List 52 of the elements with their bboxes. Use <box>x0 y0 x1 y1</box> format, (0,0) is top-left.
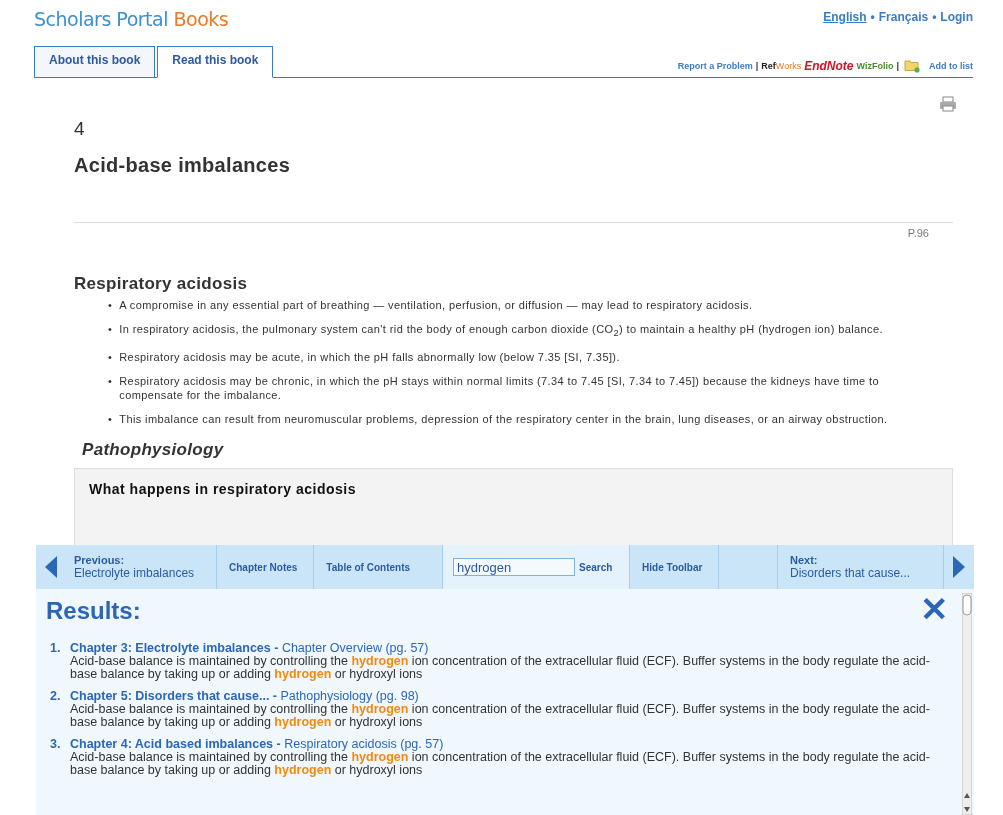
bullet-text: In respiratory acidosis, the pulmonary system can't rid the body of enough carbon dioxide (CO$_{2}$) to maintain a healthy pH (hydrogen ion) balance. <box>119 322 883 341</box>
left-triangle-icon <box>45 556 57 578</box>
bullet-mark: • <box>108 412 113 427</box>
scrollbar-drawing[interactable] <box>962 593 972 815</box>
subsection-heading: Pathophysiology <box>82 440 225 461</box>
result-chapter-link[interactable]: Chapter 5: Disorders that cause... - <box>70 689 277 703</box>
bullet-text: Respiratory acidosis may be acute, in which the pH falls abnormally low (below 7.35 [SI, 7.35]). <box>119 350 620 365</box>
bullet-mark: • <box>108 298 113 312</box>
result-snippet: Acid-base balance is maintained by controlling the hydrogen ion concentration of the extracellular fluid (ECF). Buffer systems in the body regulate the acid-base balance by taking up or adding hydrogen or hydroxyl ions <box>70 703 931 729</box>
bullet-text: Respiratory acidosis may be chronic, in which the pH stays within normal limits (7.34 to 7.45 [SI, 7.34 to 7.45]) because the kidneys have time to compensate for the imbalance. <box>119 374 880 403</box>
result-snippet: Acid-base balance is maintained by controlling the hydrogen ion concentration of the extracellular fluid (ECF). Buffer systems in the body regulate the acid-base balance by taking up or adding hydrogen or hydroxyl ions <box>70 655 931 681</box>
refworks-link[interactable]: RefWorks <box>761 61 802 71</box>
close-button[interactable]: ✕ <box>920 591 948 627</box>
divider-text: | <box>755 61 759 71</box>
result-section-link[interactable]: Pathophysiology (pg. 98) <box>280 689 419 703</box>
tab[interactable]: Read this book <box>157 46 274 78</box>
result-chapter-link[interactable]: Chapter 4: Acid based imbalances - <box>70 737 281 751</box>
bullet-mark: • <box>108 374 113 390</box>
language-link[interactable]: English <box>823 10 867 24</box>
tab[interactable]: About this book <box>34 46 156 78</box>
search-field[interactable]: hydrogen <box>453 558 576 576</box>
separator-dot: • <box>932 10 937 24</box>
bullet-mark: • <box>108 350 113 365</box>
section-heading: Respiratory acidosis <box>74 274 249 294</box>
print-icon[interactable] <box>939 96 957 112</box>
page-number: P.96 <box>906 227 930 239</box>
divider-text: | <box>896 61 899 71</box>
results-title: Results: <box>46 597 141 625</box>
folder-add-icon[interactable] <box>904 59 920 73</box>
chapter-number: 4 <box>74 118 86 140</box>
result-number: 2. <box>49 689 62 705</box>
language-link[interactable]: Login <box>940 10 973 24</box>
result-snippet: Acid-base balance is maintained by controlling the hydrogen ion concentration of the extracellular fluid (ECF). Buffer systems in the body regulate the acid-base balance by taking up or adding hydrogen or hydroxyl ions <box>70 751 931 777</box>
box-title: What happens in respiratory acidosis <box>89 481 357 498</box>
result-section-link[interactable]: Respiratory acidosis (pg. 57) <box>284 737 444 751</box>
bullet-text: This imbalance can result from neuromuscular problems, depression of the respiratory center in the brain, lung diseases, or an airway obstruction. <box>119 412 888 427</box>
bullet-text: A compromise in any essential part of breathing — ventilation, perfusion, or diffusion — may lead to respiratory acidosis. <box>119 298 753 312</box>
result-chapter-link[interactable]: Chapter 3: Electrolyte imbalances - <box>70 641 279 655</box>
language-link[interactable]: Français <box>878 10 929 24</box>
bullet-mark: • <box>108 322 113 337</box>
endnote-link[interactable]: EndNote <box>804 59 854 73</box>
separator-dot: • <box>870 10 875 24</box>
report-problem-link[interactable]: Report a Problem <box>677 61 753 71</box>
search-button[interactable]: Search <box>579 561 613 573</box>
add-to-list-link[interactable]: Add to list <box>929 61 973 71</box>
result-section-link[interactable]: Chapter Overview (pg. 57) <box>281 641 429 655</box>
chapter-title: Acid-base imbalances <box>74 154 292 177</box>
site-logo[interactable]: Scholars Portal Books <box>34 8 229 30</box>
result-number: 3. <box>49 737 62 753</box>
wizfolio-link[interactable]: WizFolio <box>856 61 894 71</box>
result-number: 1. <box>49 641 62 657</box>
right-triangle-icon <box>953 556 965 578</box>
